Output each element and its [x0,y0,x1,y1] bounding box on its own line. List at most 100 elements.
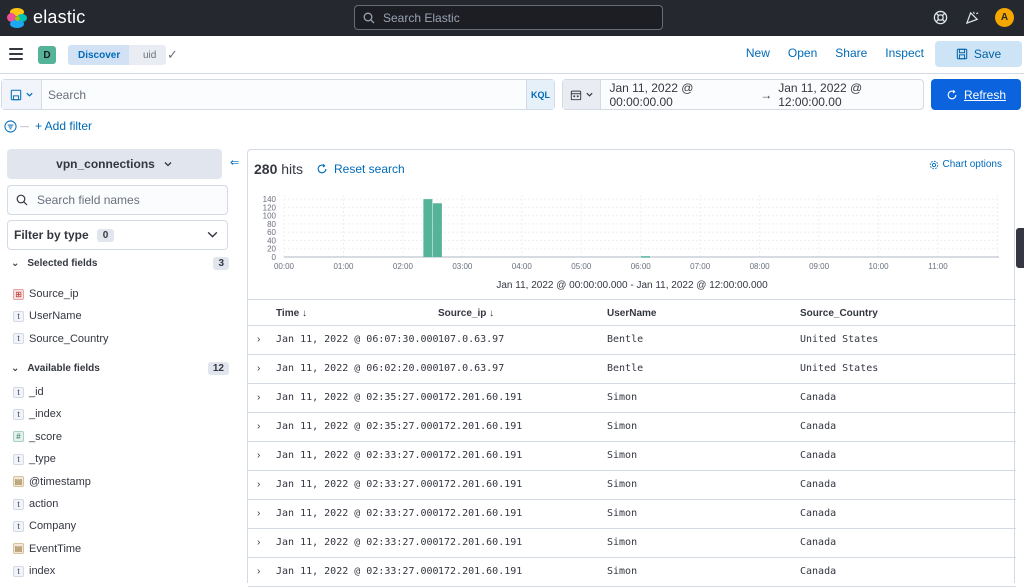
help-icon[interactable] [931,9,949,27]
field-type-icon: t [13,565,24,577]
panel-resize-handle[interactable] [1016,228,1024,268]
query-language-button[interactable]: KQL [526,80,554,109]
table-row[interactable]: › Jan 11, 2022 @ 06:07:30.000 107.0.63.97 B… [248,326,1016,355]
x-tick-label: 10:00 [869,262,890,271]
histogram-bar[interactable] [432,203,442,257]
field-name: UserName [29,310,82,323]
table-row[interactable]: › Jan 11, 2022 @ 02:35:27.000 172.201.60.1… [248,413,1016,442]
field-item[interactable]: t _index [13,408,61,420]
table-cell: Simon [607,537,638,548]
expand-row-icon[interactable]: › [257,566,260,577]
filter-by-type-button[interactable]: Filter by type 0 [7,220,228,250]
field-item[interactable]: ⊞ Source_ip [13,288,79,300]
reset-search-button[interactable]: Reset search [316,162,405,176]
expand-row-icon[interactable]: › [257,334,260,345]
table-row[interactable]: › Jan 11, 2022 @ 02:33:27.000 172.201.60.1… [248,471,1016,500]
query-input[interactable] [42,80,526,109]
field-item[interactable]: t action [13,498,58,510]
histogram-bar[interactable] [640,256,650,258]
refresh-button[interactable]: Refresh [931,79,1021,110]
newsfeed-icon[interactable] [963,9,981,27]
available-fields-label: Available fields [27,363,100,374]
table-row[interactable]: › Jan 11, 2022 @ 02:33:27.000 172.201.60.1… [248,500,1016,529]
breadcrumb-discover[interactable]: Discover [68,45,141,65]
table-cell: Simon [607,450,638,461]
table-row[interactable]: › Jan 11, 2022 @ 06:02:20.000 107.0.63.97 B… [248,355,1016,384]
column-header-source-ip[interactable]: Source_ip ↓ [438,308,494,319]
reset-search-label: Reset search [334,162,405,176]
x-tick-label: 09:00 [809,262,830,271]
field-item[interactable]: t _id [13,386,44,398]
field-item[interactable]: t _type [13,453,56,465]
menu-toggle-icon[interactable] [9,48,23,60]
date-start[interactable]: Jan 11, 2022 @ 00:00:00.00 [609,81,754,109]
global-search-input[interactable]: Search Elastic [354,5,663,30]
table-cell: 172.201.60.191 [438,479,523,490]
y-tick-label: 40 [267,236,276,245]
inspect-link[interactable]: Inspect [885,46,924,60]
field-search-input[interactable]: Search field names [7,185,228,215]
table-row[interactable]: › Jan 11, 2022 @ 02:33:27.000 172.201.60.1… [248,529,1016,558]
field-type-icon: t [13,453,24,465]
table-cell: Jan 11, 2022 @ 02:35:27.000 [276,392,439,403]
expand-row-icon[interactable]: › [257,508,260,519]
selected-fields-toggle[interactable]: ⌄ Selected fields 3 [11,257,229,270]
y-tick-label: 80 [267,220,276,229]
column-header-source-country[interactable]: Source_Country [800,308,878,319]
expand-row-icon[interactable]: › [257,363,260,374]
share-link[interactable]: Share [835,46,867,60]
field-item[interactable]: t index [13,565,55,577]
expand-row-icon[interactable]: › [257,479,260,490]
refresh-icon [947,89,957,99]
add-filter-button[interactable]: + Add filter [35,119,92,133]
field-item[interactable]: # _score [13,431,62,443]
filter-options-icon[interactable] [4,119,17,133]
available-fields-toggle[interactable]: ⌄ Available fields 12 [11,362,229,375]
y-tick-label: 20 [267,245,276,254]
histogram-chart[interactable]: 020406080100120140 00:00 01:00 02:00 03:00 04… [254,192,1006,278]
expand-row-icon[interactable]: › [257,450,260,461]
table-cell: Canada [800,537,837,548]
space-avatar[interactable]: D [38,46,56,64]
chevron-down-icon [25,92,33,97]
index-pattern-selector[interactable]: vpn_connections [7,149,222,179]
elastic-logo[interactable]: elastic [7,7,85,28]
field-name: _score [29,430,63,443]
open-link[interactable]: Open [788,46,817,60]
chart-options-button[interactable]: Chart options [929,159,1002,170]
field-item[interactable]: t Source_Country [13,333,109,345]
collapse-sidebar-icon[interactable]: ⇐ [230,156,239,169]
histogram-bar[interactable] [423,199,433,257]
table-cell: 172.201.60.191 [438,450,523,461]
table-cell: 172.201.60.191 [438,421,523,432]
x-tick-label: 05:00 [571,262,592,271]
table-cell: Canada [800,421,837,432]
quick-menu-button[interactable] [563,80,602,109]
column-header-time[interactable]: Time ↓ [276,308,307,319]
saved-query-button[interactable] [2,80,42,109]
table-row[interactable]: › Jan 11, 2022 @ 02:35:27.000 172.201.60.1… [248,384,1016,413]
selected-count-badge: 3 [213,257,229,270]
field-name: action [29,498,59,510]
date-end[interactable]: Jan 11, 2022 @ 12:00:00.00 [778,81,923,109]
save-button[interactable]: Save [935,41,1022,67]
field-item[interactable]: t Company [13,520,76,532]
field-type-icon: ⊞ [13,288,24,300]
field-name: _index [29,408,62,421]
hits-count: 280 [254,161,278,177]
user-avatar[interactable]: A [995,8,1014,27]
search-icon [16,194,28,206]
expand-row-icon[interactable]: › [257,537,260,548]
new-link[interactable]: New [746,46,770,60]
field-item[interactable]: t UserName [13,310,82,322]
expand-row-icon[interactable]: › [257,392,260,403]
y-tick-label: 120 [263,203,277,212]
field-item[interactable]: ▤ EventTime [13,543,81,555]
expand-row-icon[interactable]: › [257,421,260,432]
column-header-username[interactable]: UserName [607,308,656,319]
table-header: Time ↓ Source_ip ↓ UserName Source_Count… [248,299,1016,326]
field-item[interactable]: ▤ @timestamp [13,476,91,488]
y-tick-label: 0 [272,253,277,262]
table-cell: Bentle [607,363,644,374]
table-row[interactable]: › Jan 11, 2022 @ 02:33:27.000 172.201.60.1… [248,442,1016,471]
